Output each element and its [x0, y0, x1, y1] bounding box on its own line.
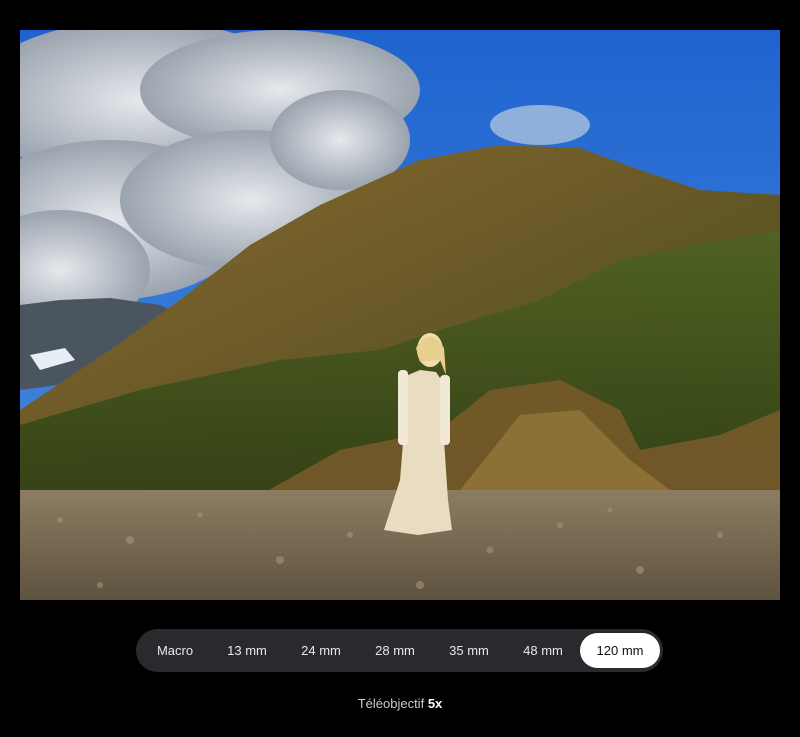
lens-option-13mm[interactable]: 13 mm [210, 633, 284, 668]
camera-viewer: Macro 13 mm 24 mm 28 mm 35 mm 48 mm 120 … [0, 0, 800, 737]
lens-option-24mm[interactable]: 24 mm [284, 633, 358, 668]
lens-option-macro[interactable]: Macro [140, 633, 210, 668]
caption-zoom: 5x [427, 696, 443, 711]
caption-prefix: Téléobjectif [357, 696, 425, 711]
lens-option-48mm[interactable]: 48 mm [506, 633, 580, 668]
sample-photo [20, 30, 780, 600]
lens-selector: Macro 13 mm 24 mm 28 mm 35 mm 48 mm 120 … [136, 629, 663, 672]
lens-option-28mm[interactable]: 28 mm [358, 633, 432, 668]
lens-caption: Téléobjectif 5x [0, 696, 800, 711]
lens-option-35mm[interactable]: 35 mm [432, 633, 506, 668]
lens-option-120mm[interactable]: 120 mm [580, 633, 660, 668]
